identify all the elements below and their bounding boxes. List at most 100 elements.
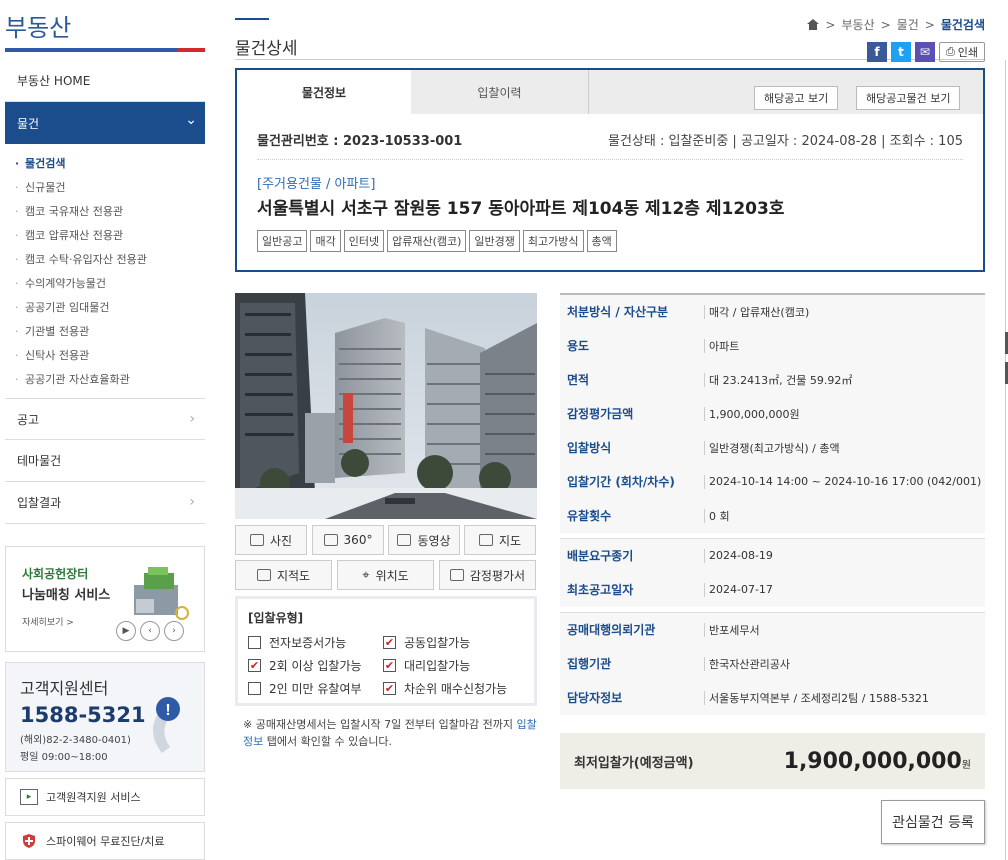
view-count: 조회수 : 105	[889, 134, 963, 149]
tab-item-info[interactable]: 물건정보	[237, 70, 411, 114]
sidebar-item-results[interactable]: 입찰결과 ›	[5, 482, 205, 524]
chevron-down-icon: ⌄	[185, 112, 197, 128]
info-row: 감정평가금액 1,900,000,000원	[560, 397, 985, 431]
service-label: 고객원격지원 서비스	[46, 791, 141, 804]
info-row: 담당자정보 서울동부지역본부 / 조세정리2팀 / 1588-5321	[560, 681, 985, 715]
expand-icon	[256, 569, 271, 581]
item-meta-row: 물건관리번호 : 2023-10533-001 물건상태 : 입찰준비중 | 공…	[257, 130, 963, 160]
info-key: 유찰횟수	[567, 509, 612, 523]
subnav-item-new[interactable]: 신규물건	[15, 176, 205, 200]
mail-icon[interactable]: ✉	[914, 42, 935, 62]
bid-type-title: [입찰유형]	[248, 611, 304, 625]
title-accent	[235, 18, 269, 20]
download-icon	[449, 569, 464, 581]
tab-bid-history[interactable]: 입찰이력	[411, 70, 589, 114]
sidebar-brand[interactable]: 부동산	[5, 0, 205, 52]
bid-type-options: 전자보증서가능 ✔ 공동입찰가능 ✔ 2회 이상 입찰가능 ✔ 대리입찰가능 2인 미…	[248, 634, 524, 697]
remote-support-icon: ▸	[20, 789, 38, 805]
info-value: 1,900,000,000원	[704, 406, 800, 421]
info-key: 입찰방식	[567, 441, 612, 455]
bid-option-label: 차순위 매수신청가능	[404, 682, 508, 696]
view-notice-items-button[interactable]: 해당공고물건 보기	[856, 86, 961, 110]
sidebar-item-label: 입찰결과	[17, 496, 62, 510]
appraisal-report-button[interactable]: 감정평가서	[439, 560, 536, 590]
info-key: 면적	[567, 373, 590, 387]
next-icon[interactable]: ›	[164, 621, 184, 641]
photo-button[interactable]: 사진	[235, 525, 307, 555]
checkbox-checked[interactable]: ✔	[383, 659, 396, 672]
checkbox[interactable]	[248, 636, 261, 649]
breadcrumb-item[interactable]: 부동산	[841, 16, 874, 33]
button-label: 위치도	[375, 568, 409, 583]
add-favorite-button[interactable]: 관심물건 등록	[881, 800, 985, 844]
checkbox-checked[interactable]: ✔	[383, 636, 396, 649]
printer-icon: ⎙	[945, 45, 955, 58]
info-row: 면적 대 23.2413㎡, 건물 59.92㎡	[560, 363, 985, 397]
checkbox-checked[interactable]: ✔	[248, 659, 261, 672]
subnav-item-agency[interactable]: 기관별 전용관	[15, 320, 205, 344]
facebook-icon[interactable]: f	[866, 42, 887, 62]
sidebar-subnav: 물건검색 신규물건 캠코 국유재산 전용관 캠코 압류재산 전용관 캠코 수탁·…	[5, 144, 205, 398]
sharing-banner[interactable]: 사회공헌장터 나눔매칭 서비스 자세히보기 > ▶ ‹ ›	[5, 546, 205, 652]
map-button[interactable]: 지도	[464, 525, 536, 555]
subnav-item-private-contract[interactable]: 수의계약가능물건	[15, 272, 205, 296]
info-key: 집행기관	[567, 657, 612, 671]
info-key: 처분방식 / 자산구분	[567, 305, 669, 319]
breadcrumb-current[interactable]: 물건검색	[941, 16, 985, 33]
spyware-check-button[interactable]: 스파이웨어 무료진단/치료	[5, 822, 205, 860]
sidebar-item-theme[interactable]: 테마물건	[5, 440, 205, 482]
subnav-item-search[interactable]: 물건검색	[15, 152, 205, 176]
remote-support-button[interactable]: ▸ 고객원격지원 서비스	[5, 778, 205, 816]
sidebar-item-notice[interactable]: 공고 ›	[5, 398, 205, 440]
info-value: 매각 / 압류재산(캠코)	[704, 304, 809, 319]
home-icon[interactable]	[807, 19, 820, 30]
button-label: 지도	[498, 533, 522, 548]
breadcrumb-sep: >	[825, 17, 836, 32]
sidebar: 부동산 부동산 HOME 물건 ⌄ 물건검색 신규물건 캠코 국유재산 전용관 …	[5, 0, 205, 860]
note-text: ※ 공매재산명세서는 입찰시작 7일 전부터 입찰마감 전까지	[243, 718, 517, 731]
subnav-item-public-efficiency[interactable]: 공공기관 자산효율화관	[15, 368, 205, 392]
video-button[interactable]: 동영상	[388, 525, 460, 555]
sidebar-item-label: 공고	[17, 412, 40, 427]
bid-option: ✔ 차순위 매수신청가능	[383, 680, 533, 697]
subnav-item-kamco-trust[interactable]: 캠코 수탁·유입자산 전용관	[15, 248, 205, 272]
breadcrumb-item[interactable]: 물건	[897, 16, 919, 33]
info-key: 담당자정보	[567, 691, 623, 705]
info-row: 입찰방식 일반경쟁(최고가방식) / 총액	[560, 431, 985, 465]
subnav-item-kamco-seized[interactable]: 캠코 압류재산 전용관	[15, 224, 205, 248]
sidebar-item-label: 부동산 HOME	[17, 74, 91, 88]
item-address: 서울특별시 서초구 잠원동 157 동아아파트 제104동 제12층 제1203…	[257, 199, 785, 219]
print-button[interactable]: ⎙ 인쇄	[938, 42, 985, 62]
checkbox-checked[interactable]: ✔	[383, 682, 396, 695]
play-icon[interactable]: ▶	[116, 621, 136, 641]
subnav-item-trust-company[interactable]: 신탁사 전용관	[15, 344, 205, 368]
item-tags: 일반공고 매각 인터넷 압류재산(캠코) 일반경쟁 최고가방식 총액	[257, 230, 617, 252]
item-status-group: 물건상태 : 입찰준비중 | 공고일자 : 2024-08-28 | 조회수 :…	[608, 134, 963, 149]
cadastral-map-button[interactable]: 지적도	[235, 560, 332, 590]
breadcrumb-sep: >	[880, 17, 891, 32]
info-value: 아파트	[704, 338, 739, 353]
min-bid-label: 최저입찰가(예정금액)	[574, 755, 694, 771]
location-pin-icon: ⌖	[362, 567, 370, 583]
sidebar-item-home[interactable]: 부동산 HOME	[5, 60, 205, 102]
info-key: 용도	[567, 339, 590, 353]
subnav-item-public-rental[interactable]: 공공기관 임대물건	[15, 296, 205, 320]
info-row: 처분방식 / 자산구분 매각 / 압류재산(캠코)	[560, 295, 985, 329]
bid-option-label: 2회 이상 입찰가능	[269, 659, 362, 673]
twitter-icon[interactable]: t	[890, 42, 911, 62]
bid-option: ✔ 2회 이상 입찰가능	[248, 657, 383, 674]
bid-option: 2인 미만 유찰여부	[248, 680, 383, 697]
svg-text:!: !	[165, 702, 170, 719]
banner-controls: ▶ ‹ ›	[116, 621, 184, 641]
prev-icon[interactable]: ‹	[140, 621, 160, 641]
view-notice-button[interactable]: 해당공고 보기	[754, 86, 839, 110]
tag: 압류재산(캠코)	[387, 230, 467, 252]
location-map-button[interactable]: ⌖ 위치도	[337, 560, 434, 590]
camera-icon	[323, 534, 338, 546]
view360-button[interactable]: 360°	[312, 525, 384, 555]
property-photo[interactable]	[235, 293, 537, 519]
sidebar-item-items[interactable]: 물건 ⌄	[5, 102, 205, 144]
subnav-item-kamco-national[interactable]: 캠코 국유재산 전용관	[15, 200, 205, 224]
button-label: 사진	[269, 533, 293, 548]
checkbox[interactable]	[248, 682, 261, 695]
